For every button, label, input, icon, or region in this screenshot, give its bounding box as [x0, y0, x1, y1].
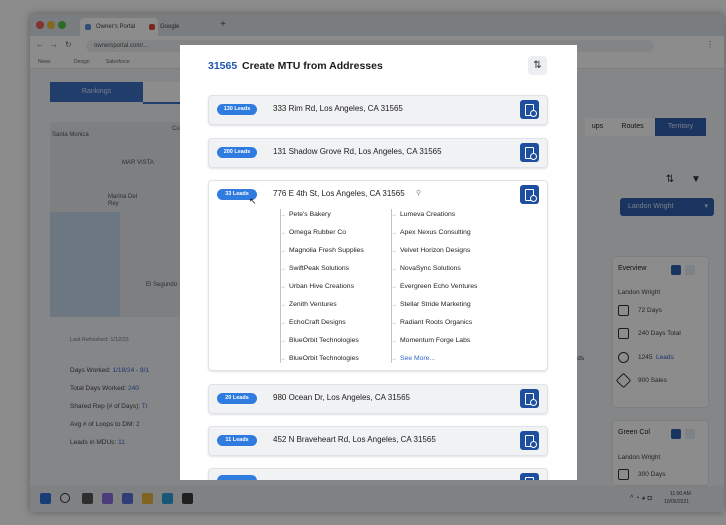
- business-item: → Zenith Ventures: [280, 301, 337, 308]
- address-text: 131 Shadow Grove Rd, Los Angeles, CA 315…: [273, 147, 442, 156]
- address-text: 776 E 4th St, Los Angeles, CA 31565: [273, 189, 405, 198]
- address-text: 333 Rim Rd, Los Angeles, CA 31565: [273, 104, 403, 113]
- business-item: → Omega Rubber Co: [280, 229, 347, 236]
- business-name: Stellar Stride Marketing: [400, 301, 471, 308]
- create-mtu-icon[interactable]: [520, 389, 539, 408]
- address-item[interactable]: 200 Leads 131 Shadow Grove Rd, Los Angel…: [208, 138, 548, 168]
- see-more-link[interactable]: → See More...: [391, 355, 435, 366]
- sort-icon: ⇅: [533, 60, 542, 71]
- business-item: → Apex Nexus Consulting: [391, 229, 471, 236]
- address-item[interactable]: 11 Leads 452 N Braveheart Rd, Los Angele…: [208, 426, 548, 456]
- business-name: Pete's Bakery: [289, 211, 331, 218]
- business-name: NovaSync Solutions: [400, 265, 461, 272]
- business-item: → NovaSync Solutions: [391, 265, 461, 272]
- see-more-label: See More...: [400, 355, 436, 362]
- leads-badge: 200 Leads: [217, 147, 257, 158]
- address-text: 452 N Braveheart Rd, Los Angeles, CA 315…: [273, 435, 436, 444]
- business-item: → Evergreen Echo Ventures: [391, 283, 478, 290]
- business-item: → Lumeva Creations: [391, 211, 456, 218]
- create-mtu-icon[interactable]: [520, 143, 539, 162]
- address-item[interactable]: 130 Leads 333 Rim Rd, Los Angeles, CA 31…: [208, 95, 548, 125]
- business-name: Momentum Forge Labs: [400, 337, 471, 344]
- business-name: Radiant Roots Organics: [400, 319, 473, 326]
- business-name: SwiftPeak Solutions: [289, 265, 350, 272]
- business-item: → EchoCraft Designs: [280, 319, 346, 326]
- leads-badge: 11 Leads: [217, 435, 257, 446]
- address-item[interactable]: 20 Leads 980 Ocean Dr, Los Angeles, CA 3…: [208, 384, 548, 414]
- leads-badge: 130 Leads: [217, 104, 257, 115]
- create-mtu-icon[interactable]: [520, 100, 539, 119]
- business-item: → BlueOrbit Technologies: [280, 355, 359, 362]
- filter-icon[interactable]: ⚲: [416, 189, 421, 197]
- address-text: 980 Ocean Dr, Los Angeles, CA 31565: [273, 393, 410, 402]
- create-mtu-icon[interactable]: [520, 185, 539, 204]
- address-item-partial[interactable]: [208, 468, 548, 480]
- business-item: → Magnolia Fresh Supplies: [280, 247, 364, 254]
- business-name: Urban Hive Creations: [289, 283, 354, 290]
- business-item: → Urban Hive Creations: [280, 283, 354, 290]
- business-name: Lumeva Creations: [400, 211, 456, 218]
- business-name: BlueOrbit Technologies: [289, 337, 359, 344]
- modal-header: 31565 Create MTU from Addresses ⇅: [180, 45, 577, 89]
- business-name: Apex Nexus Consulting: [400, 229, 471, 236]
- business-name: Evergreen Echo Ventures: [400, 283, 478, 290]
- business-item: → BlueOrbit Technologies: [280, 337, 359, 344]
- business-name: Magnolia Fresh Supplies: [289, 247, 364, 254]
- business-item: → Pete's Bakery: [280, 211, 331, 218]
- create-mtu-modal: 31565 Create MTU from Addresses ⇅ 130 Le…: [180, 45, 577, 480]
- address-item-expanded[interactable]: 33 Leads 776 E 4th St, Los Angeles, CA 3…: [208, 180, 548, 371]
- business-item: → SwiftPeak Solutions: [280, 265, 350, 272]
- modal-title: Create MTU from Addresses: [242, 60, 383, 72]
- business-name: BlueOrbit Technologies: [289, 355, 359, 362]
- create-mtu-icon[interactable]: [520, 431, 539, 450]
- mouse-cursor-icon: ↖: [249, 196, 257, 206]
- business-name: Zenith Ventures: [289, 301, 337, 308]
- create-mtu-icon[interactable]: [520, 473, 539, 480]
- business-item: → Velvet Horizon Designs: [391, 247, 471, 254]
- leads-badge: 20 Leads: [217, 393, 257, 404]
- business-item: → Radiant Roots Organics: [391, 319, 473, 326]
- leads-badge: [217, 475, 257, 480]
- sort-button[interactable]: ⇅: [528, 56, 547, 75]
- territory-id: 31565: [208, 60, 238, 72]
- business-name: Omega Rubber Co: [289, 229, 347, 236]
- business-item: → Stellar Stride Marketing: [391, 301, 471, 308]
- business-name: Velvet Horizon Designs: [400, 247, 471, 254]
- business-name: EchoCraft Designs: [289, 319, 346, 326]
- business-item: → Momentum Forge Labs: [391, 337, 471, 344]
